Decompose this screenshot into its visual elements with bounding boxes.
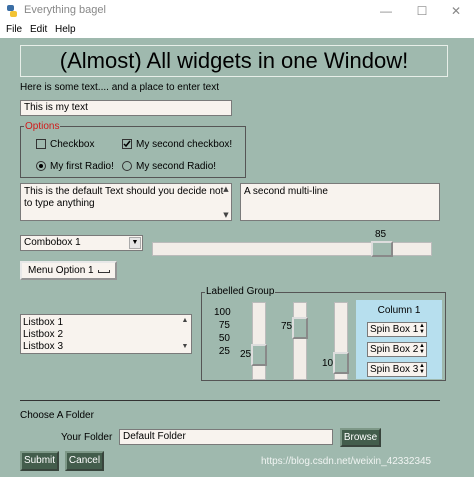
menu-help[interactable]: Help — [55, 24, 76, 35]
vslider-1-value: 25 — [240, 349, 252, 360]
spin-value-50: 50 — [218, 333, 230, 344]
combobox-value: Combobox 1 — [24, 237, 81, 248]
checkbox-box-checked[interactable] — [122, 139, 132, 149]
python-icon — [7, 5, 17, 17]
folder-heading: Choose A Folder — [20, 410, 94, 421]
checkbox-1-label: Checkbox — [50, 139, 95, 150]
vertical-slider-1[interactable] — [251, 302, 267, 380]
list-item[interactable]: Listbox 1 — [23, 317, 189, 329]
spin-value-75: 75 — [218, 320, 230, 331]
cancel-button[interactable]: Cancel — [65, 451, 104, 471]
radio-2[interactable]: My second Radio! — [122, 161, 216, 172]
options-label: Options — [24, 121, 61, 132]
option-menu-indicator-icon — [98, 270, 110, 273]
labelled-group-label: Labelled Group — [205, 286, 276, 297]
radio-button[interactable] — [122, 161, 132, 171]
spin-box-value: Spin Box 1 — [370, 324, 419, 335]
radio-1[interactable]: My first Radio! — [36, 161, 114, 172]
option-menu[interactable]: Menu Option 1 — [20, 261, 117, 280]
spin-box-2[interactable]: Spin Box 2 ▲ ▼ — [367, 342, 427, 357]
menu-file[interactable]: File — [6, 24, 22, 35]
checkbox-2-label: My second checkbox! — [136, 139, 233, 150]
column-title: Column 1 — [377, 305, 421, 316]
vertical-slider-2[interactable] — [292, 302, 308, 380]
spin-arrows-icon[interactable]: ▲ ▼ — [419, 343, 425, 355]
checkbox-box[interactable] — [36, 139, 46, 149]
list-item[interactable]: Listbox 3 — [23, 341, 189, 353]
main-window: (Almost) All widgets in one Window! Here… — [0, 38, 474, 477]
page-title: (Almost) All widgets in one Window! — [59, 48, 409, 73]
slider-thumb[interactable] — [370, 241, 393, 257]
menu-edit[interactable]: Edit — [30, 24, 47, 35]
list-item[interactable]: Listbox 2 — [23, 329, 189, 341]
scroll-up-icon[interactable]: ▲ — [221, 184, 231, 194]
slider-value: 85 — [375, 229, 387, 240]
spin-box-value: Spin Box 2 — [370, 344, 419, 355]
close-button[interactable]: ✕ — [438, 2, 474, 20]
slider-thumb[interactable] — [251, 343, 267, 366]
vertical-slider-3[interactable] — [333, 302, 349, 380]
spin-values: 100 75 50 25 — [212, 306, 242, 366]
header-frame: (Almost) All widgets in one Window! — [20, 45, 448, 77]
window-title: Everything bagel — [24, 4, 106, 16]
combobox[interactable]: Combobox 1 ▼ — [20, 235, 143, 251]
vslider-3-value: 10 — [322, 358, 334, 369]
spin-box-1[interactable]: Spin Box 1 ▲ ▼ — [367, 322, 427, 337]
title-bar: Everything bagel — ☐ ✕ — [0, 0, 474, 22]
scroll-up-icon[interactable]: ▲ — [180, 316, 190, 326]
radio-1-label: My first Radio! — [50, 161, 114, 172]
checkmark-icon — [123, 140, 131, 148]
multiline-text-1[interactable]: This is the default Text should you deci… — [20, 183, 232, 221]
multiline-text-2[interactable]: A second multi-line — [240, 183, 440, 221]
spin-box-3[interactable]: Spin Box 3 ▲ ▼ — [367, 362, 427, 377]
spin-arrows-icon[interactable]: ▲ ▼ — [419, 363, 425, 375]
column-1: Column 1 Spin Box 1 ▲ ▼ Spin Box 2 ▲ ▼ Spi… — [356, 300, 442, 379]
horizontal-slider[interactable] — [152, 241, 432, 257]
checkbox-2[interactable]: My second checkbox! — [122, 139, 232, 150]
menu-bar: File Edit Help — [0, 22, 474, 38]
text-input[interactable]: This is my text — [20, 100, 232, 116]
browse-button[interactable]: Browse — [340, 428, 381, 447]
slider-thumb[interactable] — [333, 351, 349, 374]
intro-text: Here is some text.... and a place to ent… — [20, 82, 219, 93]
minimize-button[interactable]: — — [368, 2, 404, 20]
listbox[interactable]: Listbox 1 Listbox 2 Listbox 3 ▲ ▼ — [20, 314, 192, 354]
vslider-2-value: 75 — [281, 321, 293, 332]
submit-button[interactable]: Submit — [20, 451, 59, 471]
chevron-down-icon[interactable]: ▼ — [129, 237, 141, 249]
folder-input[interactable]: Default Folder — [119, 429, 333, 445]
spin-arrows-icon[interactable]: ▲ ▼ — [419, 323, 425, 335]
watermark: https://blog.csdn.net/weixin_42332345 — [261, 456, 432, 467]
spin-value-100: 100 — [214, 307, 231, 318]
radio-button-selected[interactable] — [36, 161, 46, 171]
checkbox-1[interactable]: Checkbox — [36, 139, 94, 150]
spin-value-25: 25 — [218, 346, 230, 357]
multiline-1-scrollbar[interactable]: ▲ ▼ — [221, 184, 231, 220]
scroll-down-icon[interactable]: ▼ — [180, 342, 190, 352]
radio-2-label: My second Radio! — [136, 161, 217, 172]
spin-box-value: Spin Box 3 — [370, 364, 419, 375]
listbox-scrollbar[interactable]: ▲ ▼ — [180, 316, 190, 352]
folder-label: Your Folder — [61, 432, 113, 443]
scroll-down-icon[interactable]: ▼ — [221, 210, 231, 220]
slider-thumb[interactable] — [292, 316, 308, 339]
option-menu-label: Menu Option 1 — [28, 265, 94, 276]
maximize-button[interactable]: ☐ — [404, 2, 440, 20]
separator — [20, 400, 440, 401]
